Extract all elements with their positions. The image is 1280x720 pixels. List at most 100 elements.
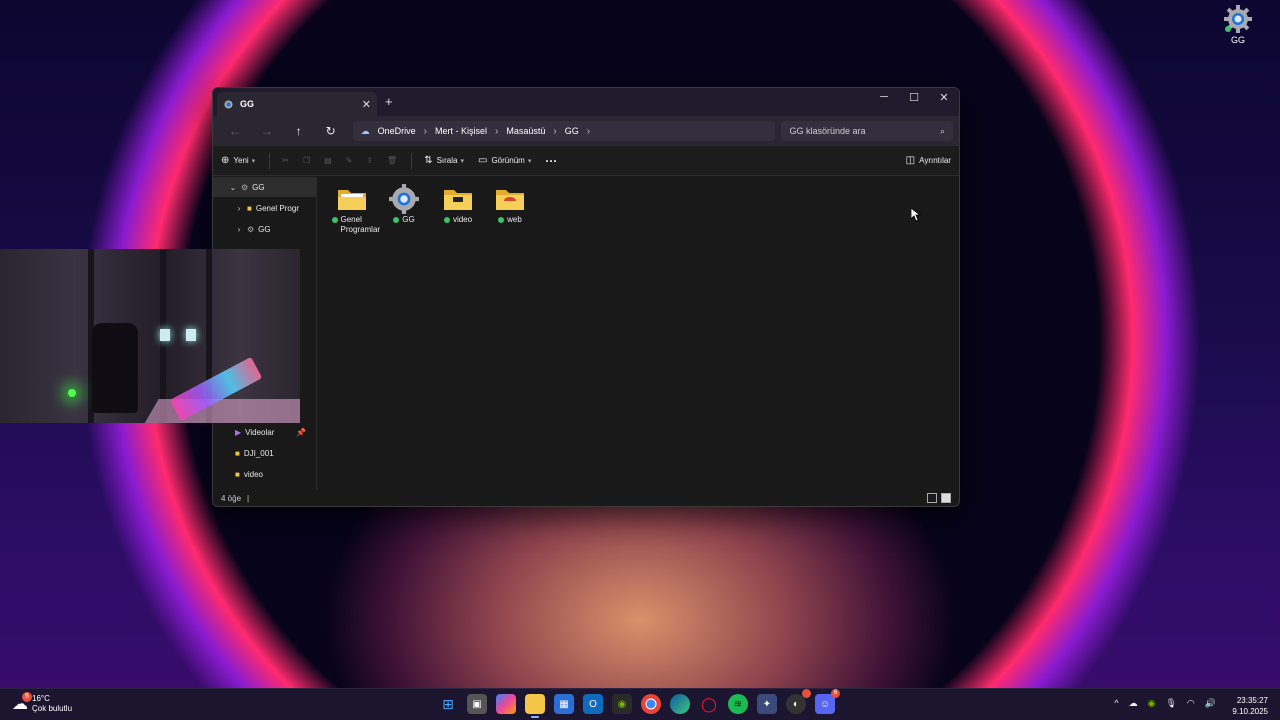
sidebar-item-label: DJI_001: [243, 448, 274, 458]
chevron-right-icon: ›: [553, 125, 557, 137]
details-button[interactable]: ◫ Ayrıntılar: [906, 155, 951, 166]
wifi-icon[interactable]: ◠: [1187, 698, 1195, 709]
details-view-icon[interactable]: [927, 493, 937, 503]
taskbar-apps: ⊞ ▣ ▦ O ◉ ◯ ≋ ✦ ◐ ☺ 6: [438, 689, 840, 718]
new-button[interactable]: ⊕ Yeni ▾: [221, 155, 255, 166]
clock[interactable]: 23:35:27 9.10.2025: [1232, 695, 1268, 717]
sidebar-item-videolar[interactable]: ▶ Videolar 📌: [213, 422, 316, 442]
chevron-right-icon: ›: [237, 224, 241, 234]
folder-video-icon: [433, 185, 483, 213]
close-tab-icon[interactable]: ✕: [362, 98, 371, 111]
status-separator: |: [247, 493, 250, 503]
chrome-icon[interactable]: [641, 694, 661, 714]
weather-widget[interactable]: ☁ 6 16°C Çok bulutlu: [12, 692, 73, 714]
maximize-button[interactable]: ☐: [899, 88, 929, 106]
view-button[interactable]: ▭ Görünüm ▾: [478, 155, 531, 166]
item-count: 4 öğe: [221, 493, 242, 503]
breadcrumb-onedrive[interactable]: OneDrive: [378, 126, 416, 136]
delete-icon[interactable]: 🗑: [387, 156, 397, 165]
new-label: Yeni: [233, 156, 249, 165]
back-arrow-icon[interactable]: ←: [219, 124, 251, 138]
refresh-icon[interactable]: ↻: [315, 124, 347, 138]
nvidia-icon[interactable]: ◉: [612, 694, 632, 714]
sidebar-item-gg-sub[interactable]: › ⚙ GG: [213, 219, 316, 239]
paste-icon[interactable]: ▤: [324, 156, 332, 165]
pin-icon: 📌: [296, 427, 306, 437]
explorer-body: ⌄ ⚙ GG › ■ Genel Progr › ⚙ GG ▶ Videolar…: [213, 177, 959, 490]
copilot-icon[interactable]: [496, 694, 516, 714]
file-name: GG: [402, 215, 415, 224]
gear-icon: ⚙: [241, 182, 249, 192]
minimize-button[interactable]: ─: [869, 88, 899, 106]
sidebar-item-genel-programlar[interactable]: › ■ Genel Progr: [213, 198, 316, 218]
folder-icon: ■: [235, 469, 240, 479]
sidebar-item-label: GG: [258, 224, 271, 234]
sidebar-item-label: video: [243, 469, 263, 479]
nvidia-tray-icon[interactable]: ◉: [1148, 698, 1156, 709]
new-tab-button[interactable]: +: [385, 94, 393, 109]
sync-status-icon: [331, 217, 338, 223]
start-icon[interactable]: ⊞: [438, 694, 458, 714]
copy-icon[interactable]: ❐: [303, 156, 310, 165]
volume-icon[interactable]: 🔊: [1205, 698, 1216, 709]
opera-icon[interactable]: ◯: [699, 694, 719, 714]
microsoft-store-icon[interactable]: ▦: [554, 694, 574, 714]
more-icon: ···: [545, 153, 558, 168]
file-item-genel-programlar[interactable]: Genel Programlar: [327, 185, 380, 235]
cloud-icon: ☁: [360, 125, 370, 136]
search-input[interactable]: GG klasöründe ara ⌕: [781, 121, 953, 141]
more-options-button[interactable]: ···: [545, 154, 557, 168]
sidebar-item-label: GG: [252, 182, 265, 192]
sidebar-item-dji-001[interactable]: ■ DJI_001: [213, 443, 316, 463]
details-pane-icon: ◫: [905, 155, 916, 166]
tab-gg[interactable]: GG ✕: [217, 92, 377, 116]
onedrive-icon[interactable]: ☁: [1129, 698, 1138, 709]
sync-status-icon: [498, 217, 505, 223]
search-placeholder: GG klasöründe ara: [789, 126, 866, 136]
discord-icon[interactable]: ☺ 6: [815, 689, 840, 714]
file-item-video[interactable]: video: [433, 185, 483, 225]
task-view-icon[interactable]: ▣: [467, 694, 487, 714]
folder-icon: ■: [235, 448, 240, 458]
chevron-down-icon: ▾: [460, 157, 464, 165]
taskbar: ☁ 6 16°C Çok bulutlu ⊞ ▣ ▦ O ◉ ◯ ≋ ✦ ◐ ☺…: [0, 688, 1280, 720]
forward-arrow-icon[interactable]: →: [251, 124, 283, 138]
large-icons-view-icon[interactable]: [941, 493, 951, 503]
file-item-gg[interactable]: GG: [379, 184, 429, 225]
sort-button[interactable]: ⇅ Sırala ▾: [424, 155, 464, 166]
cut-icon[interactable]: ✂: [282, 156, 289, 165]
gear-icon: [1224, 5, 1252, 33]
sidebar-item-label: Videolar: [245, 427, 275, 437]
file-name: web: [507, 215, 522, 224]
breadcrumb-masaustu[interactable]: Masaüstü: [506, 126, 545, 136]
microphone-icon[interactable]: 🎙: [1165, 698, 1176, 709]
file-item-web[interactable]: web: [485, 185, 535, 225]
chevron-up-icon[interactable]: ^: [1114, 698, 1118, 709]
webcam-overlay: [0, 249, 300, 423]
spotify-icon[interactable]: ≋: [728, 694, 748, 714]
desktop-gg-icon[interactable]: GG: [1218, 4, 1258, 45]
rename-icon[interactable]: ✎: [346, 156, 353, 165]
file-explorer-icon[interactable]: [525, 694, 545, 718]
outlook-icon[interactable]: O: [583, 694, 603, 714]
share-icon[interactable]: ⇪: [366, 156, 373, 165]
close-window-button[interactable]: ✕: [929, 88, 959, 106]
edge-icon[interactable]: [670, 694, 690, 714]
address-bar[interactable]: ☁ OneDrive › Mert - Kişisel › Masaüstü ›…: [352, 121, 776, 141]
chevron-down-icon: ▾: [527, 157, 532, 165]
file-list: Genel Programlar GG video web: [317, 177, 959, 490]
breadcrumb-gg[interactable]: GG: [565, 126, 579, 136]
divider: [269, 152, 271, 169]
sidebar-item-gg[interactable]: ⌄ ⚙ GG: [213, 177, 316, 197]
folder-web-icon: [485, 185, 535, 213]
gaming-chair: [92, 323, 138, 413]
sidebar-item-video[interactable]: ■ video: [213, 464, 316, 484]
steam-like-icon[interactable]: ✦: [757, 694, 777, 714]
weather-description: Çok bulutlu: [32, 704, 73, 713]
breadcrumb-mert[interactable]: Mert - Kişisel: [435, 126, 487, 136]
divider: [411, 152, 413, 169]
sort-icon: ⇅: [424, 155, 433, 166]
app-badge-icon[interactable]: ◐: [786, 689, 811, 714]
monitor-glow: [160, 329, 170, 341]
up-arrow-icon[interactable]: ↑: [283, 124, 315, 138]
